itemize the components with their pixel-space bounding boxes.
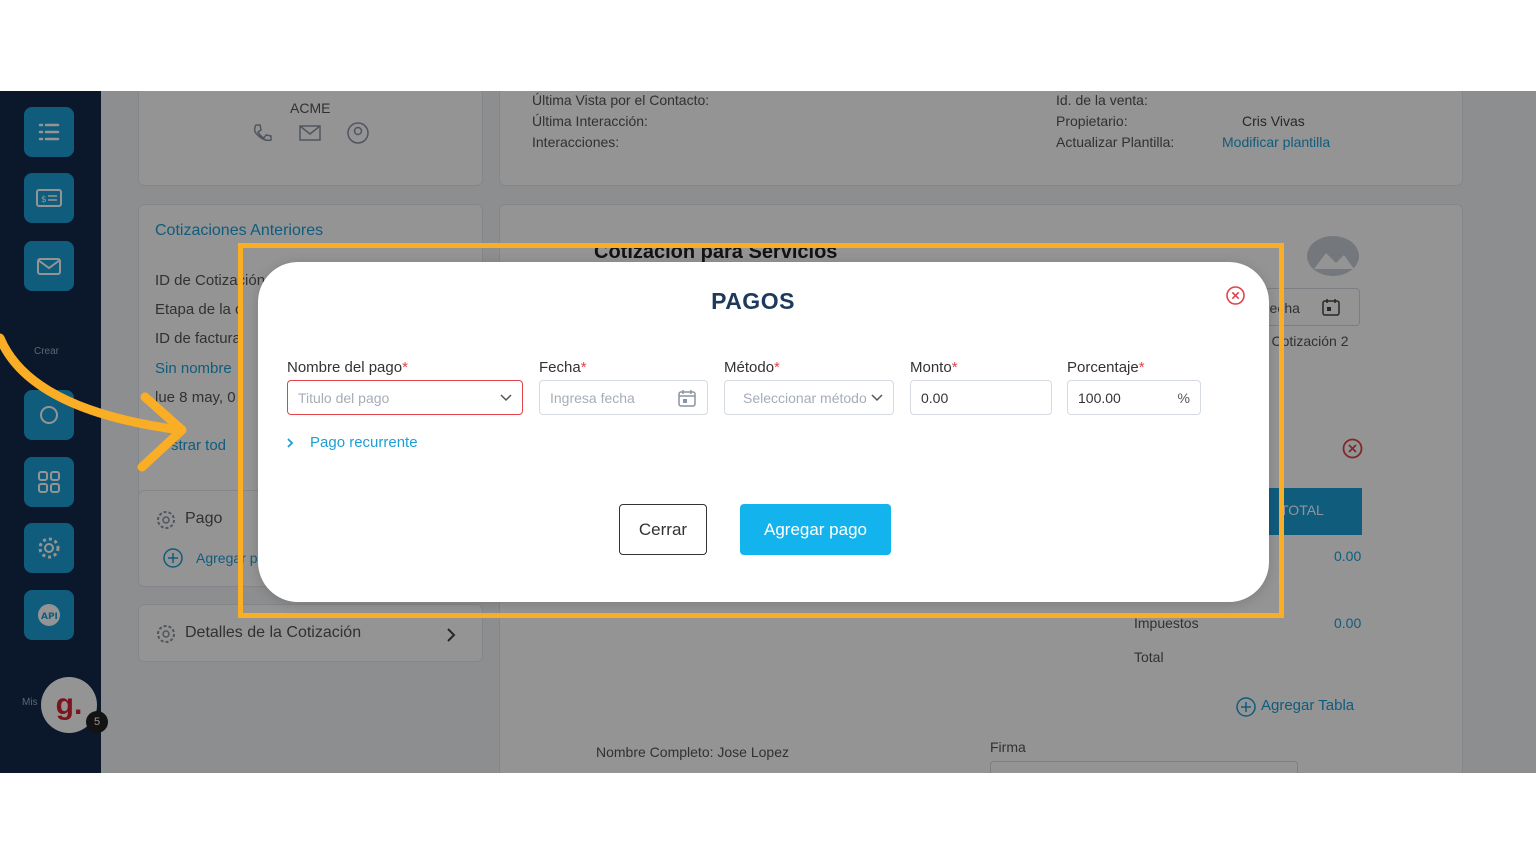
chevron-down-icon [871,393,883,401]
pago-recurrente-label: Pago recurrente [310,434,418,451]
pagos-modal: PAGOS Nombre del pago* Fecha* Método* Mo… [258,262,1269,602]
monto-value: 0.00 [921,389,949,406]
metodo-label: Método* [724,359,780,376]
fecha-input[interactable]: Ingresa fecha [539,380,708,415]
fecha-placeholder: Ingresa fecha [550,389,635,406]
metodo-placeholder: Seleccionar método [743,389,867,406]
fecha-label: Fecha* [539,359,587,376]
monto-label: Monto* [910,359,958,376]
porcentaje-value: 100.00 [1078,389,1121,406]
calendar-icon [678,389,696,407]
pago-recurrente-toggle[interactable]: Pago recurrente [286,434,418,451]
nombre-pago-label: Nombre del pago* [287,359,408,376]
cerrar-button[interactable]: Cerrar [619,504,707,555]
nombre-pago-placeholder: Titulo del pago [298,389,390,406]
chevron-down-icon [500,393,512,401]
close-icon[interactable] [1226,286,1245,305]
pointer-arrow-icon [0,333,187,472]
chevron-right-icon [287,437,294,448]
nombre-pago-select[interactable]: Titulo del pago [287,380,523,415]
metodo-select[interactable]: Seleccionar método [724,380,894,415]
percent-suffix: % [1177,389,1190,406]
monto-input[interactable]: 0.00 [910,380,1052,415]
porcentaje-input[interactable]: 100.00 % [1067,380,1201,415]
agregar-pago-button[interactable]: Agregar pago [740,504,891,555]
modal-title: PAGOS [711,288,795,314]
porcentaje-label: Porcentaje* [1067,359,1145,376]
